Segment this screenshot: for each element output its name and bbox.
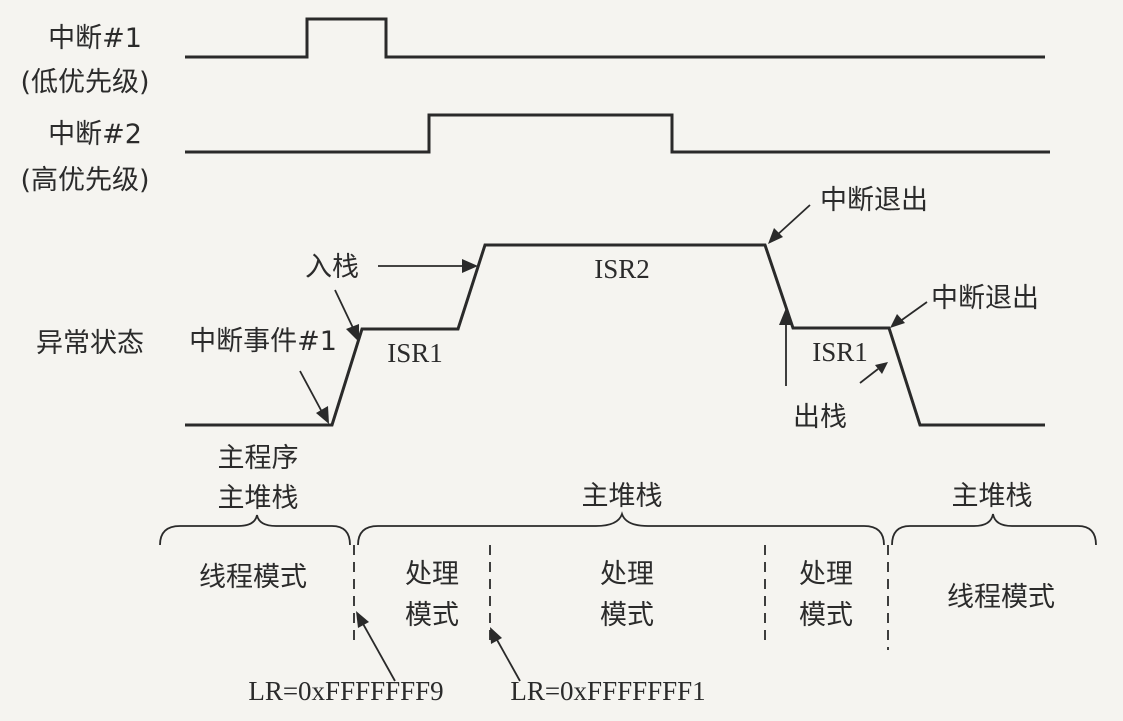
main-stack-mid-label: 主堆栈 [582,481,663,512]
pop-arrow-right [859,368,879,384]
push-arrow-down [334,289,355,331]
lr1-arrowhead-icon [356,611,369,628]
push-arrowhead-down-icon [346,324,359,342]
lr2-arrow [495,637,521,682]
mode-handler3-line1: 处理 [799,559,853,590]
mode-handler1-line1: 处理 [405,559,459,590]
pop-label: 出栈 [793,402,847,433]
int2-name: 中断#2 [48,119,142,150]
exit-top-arrowhead-icon [768,228,783,244]
isr1-first-label: ISR1 [387,338,443,368]
push-label: 入栈 [305,252,359,283]
exit-right-label: 中断退出 [931,283,1039,314]
lr2-label: LR=0xFFFFFFF1 [510,676,705,706]
brace-handler [357,511,885,546]
isr2-label: ISR2 [594,254,650,284]
mode-handler3-line2: 模式 [799,600,853,631]
int1-signal-line [185,17,1045,59]
mode-handler2-line2: 模式 [600,600,654,631]
exit-top-label: 中断退出 [820,185,928,216]
int1-priority: (低优先级) [20,67,149,98]
pop-arrowhead-right-icon [875,362,888,374]
int2-priority: (高优先级) [20,165,149,196]
exit-right-arrow [898,301,928,323]
mode-handler2-line1: 处理 [600,559,654,590]
main-stack-left-label: 主堆栈 [218,483,299,514]
main-stack-right-label: 主堆栈 [952,481,1033,512]
brace-thread-left [159,514,351,546]
diagram-canvas: 中断#1 (低优先级) 中断#2 (高优先级) 异常状态 ISR1 ISR2 I… [0,0,1123,721]
lr2-arrowhead-icon [490,627,502,644]
exit-top-arrow [775,204,811,237]
lr1-label: LR=0xFFFFFFF9 [248,676,443,706]
timing-diagram: 中断#1 (低优先级) 中断#2 (高优先级) 异常状态 ISR1 ISR2 I… [20,17,1097,706]
int1-name: 中断#1 [48,23,142,54]
mode-thread-left: 线程模式 [199,562,307,593]
mode-thread-right: 线程模式 [947,582,1055,613]
event1-label: 中断事件#1 [189,326,337,357]
event1-arrowhead-icon [316,406,329,424]
brace-thread-right [891,513,1097,546]
lr1-arrow [361,621,396,682]
mode-handler1-line2: 模式 [405,600,459,631]
exit-right-arrowhead-icon [890,314,905,328]
isr1-second-label: ISR1 [812,337,868,367]
event1-arrow [299,370,323,413]
exception-state-label: 异常状态 [36,328,144,359]
int2-signal-line [185,113,1050,154]
pop-arrowhead-up-icon [779,308,793,325]
main-program-label: 主程序 [218,443,299,474]
